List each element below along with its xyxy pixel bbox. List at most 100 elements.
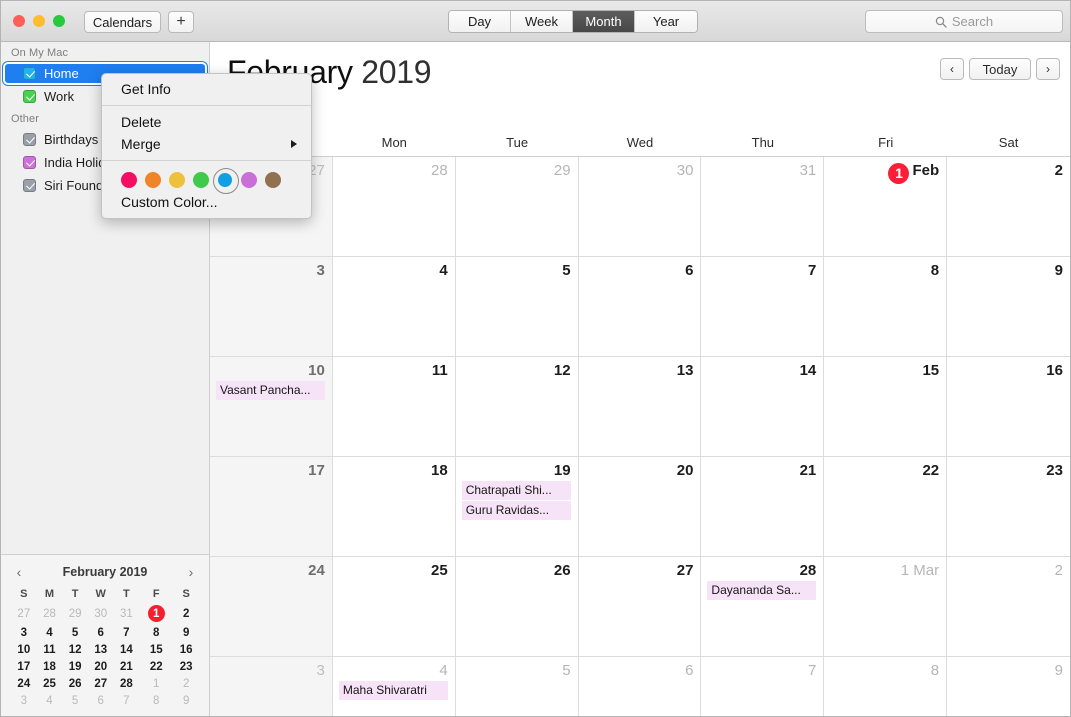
mini-day-cell[interactable]: 7 (114, 692, 140, 709)
maximize-window-button[interactable] (53, 15, 65, 27)
context-menu-item-merge[interactable]: Merge (102, 133, 311, 155)
calendar-checkbox[interactable] (23, 133, 36, 146)
mini-day-cell[interactable]: 27 (88, 675, 114, 692)
mini-day-cell[interactable]: 5 (62, 692, 88, 709)
calendar-day-cell[interactable]: 29 (455, 157, 579, 257)
calendar-day-cell[interactable]: 9 (947, 257, 1070, 357)
calendar-checkbox[interactable] (23, 156, 36, 169)
calendar-checkbox[interactable] (23, 90, 36, 103)
calendar-day-cell[interactable]: 8 (824, 257, 948, 357)
previous-month-button[interactable]: ‹ (940, 58, 964, 80)
color-swatch-purple[interactable] (241, 172, 257, 188)
calendar-day-cell[interactable]: 28 (332, 157, 456, 257)
mini-day-cell[interactable]: 28 (114, 675, 140, 692)
calendar-event[interactable]: Maha Shivaratri (338, 681, 448, 700)
calendar-day-cell[interactable]: 6 (578, 657, 702, 716)
mini-next-month-button[interactable]: › (183, 564, 199, 580)
calendars-toggle-button[interactable]: Calendars (84, 11, 161, 33)
mini-day-cell[interactable]: 31 (114, 603, 140, 624)
today-button[interactable]: Today (969, 58, 1031, 80)
context-menu-item-get-info[interactable]: Get Info (102, 78, 311, 100)
mini-day-cell[interactable]: 4 (37, 692, 63, 709)
calendar-day-cell[interactable]: 1 Feb (824, 157, 948, 257)
view-mode-segmented-control[interactable]: Day Week Month Year (448, 10, 698, 33)
mini-day-cell[interactable]: 6 (88, 624, 114, 641)
calendar-day-cell[interactable]: 6 (578, 257, 702, 357)
color-swatch-orange[interactable] (145, 172, 161, 188)
tab-day[interactable]: Day (449, 11, 511, 32)
add-event-button[interactable]: + (168, 11, 194, 33)
mini-prev-month-button[interactable]: ‹ (11, 564, 27, 580)
mini-day-cell[interactable]: 9 (173, 624, 199, 641)
calendar-day-cell[interactable]: 9 (947, 657, 1070, 716)
context-menu-item-custom-color[interactable]: Custom Color... (102, 191, 311, 213)
mini-day-cell[interactable]: 14 (114, 641, 140, 658)
calendar-day-cell[interactable]: 16 (947, 357, 1070, 457)
calendar-day-cell[interactable]: 24 (210, 557, 333, 657)
calendar-day-cell[interactable]: 22 (824, 457, 948, 557)
mini-day-cell[interactable]: 16 (173, 641, 199, 658)
mini-day-cell[interactable]: 7 (114, 624, 140, 641)
tab-year[interactable]: Year (635, 11, 697, 32)
tab-month[interactable]: Month (573, 11, 635, 32)
mini-day-cell[interactable]: 18 (37, 658, 63, 675)
calendar-day-cell[interactable]: 10 Vasant Pancha... (210, 357, 333, 457)
calendar-day-cell[interactable]: 25 (332, 557, 456, 657)
mini-day-cell[interactable]: 12 (62, 641, 88, 658)
calendar-checkbox[interactable] (23, 67, 36, 80)
mini-day-cell[interactable]: 21 (114, 658, 140, 675)
calendar-day-cell[interactable]: 5 (455, 657, 579, 716)
mini-day-cell[interactable]: 30 (88, 603, 114, 624)
mini-day-cell[interactable]: 29 (62, 603, 88, 624)
mini-day-cell[interactable]: 28 (37, 603, 63, 624)
mini-day-cell[interactable]: 2 (173, 603, 199, 624)
mini-day-cell[interactable]: 3 (11, 624, 37, 641)
mini-day-cell[interactable]: 24 (11, 675, 37, 692)
calendar-day-cell[interactable]: 13 (578, 357, 702, 457)
calendar-day-cell[interactable]: 27 (578, 557, 702, 657)
calendar-day-cell[interactable]: 3 (210, 657, 333, 716)
calendar-day-cell[interactable]: 3 (210, 257, 333, 357)
calendar-day-cell[interactable]: 26 (455, 557, 579, 657)
calendar-day-cell[interactable]: 30 (578, 157, 702, 257)
mini-day-cell[interactable]: 23 (173, 658, 199, 675)
calendar-day-cell[interactable]: 5 (455, 257, 579, 357)
calendar-day-cell[interactable]: 28 Dayananda Sa... (701, 557, 825, 657)
calendar-day-cell[interactable]: 18 (332, 457, 456, 557)
mini-day-cell[interactable]: 1 (139, 675, 173, 692)
calendar-day-cell[interactable]: 7 (701, 657, 825, 716)
mini-day-cell[interactable]: 3 (11, 692, 37, 709)
mini-day-cell[interactable]: 27 (11, 603, 37, 624)
calendar-event[interactable]: Guru Ravidas... (461, 501, 571, 520)
mini-day-cell[interactable]: 26 (62, 675, 88, 692)
calendar-checkbox[interactable] (23, 179, 36, 192)
mini-day-cell[interactable]: 1 (139, 603, 173, 624)
calendar-context-menu[interactable]: Get Info Delete Merge Custom Color... (101, 73, 312, 219)
calendar-day-cell[interactable]: 11 (332, 357, 456, 457)
mini-day-cell[interactable]: 4 (37, 624, 63, 641)
calendar-event[interactable]: Dayananda Sa... (707, 581, 817, 600)
color-swatch-green[interactable] (193, 172, 209, 188)
mini-day-cell[interactable]: 25 (37, 675, 63, 692)
mini-day-cell[interactable]: 10 (11, 641, 37, 658)
next-month-button[interactable]: › (1036, 58, 1060, 80)
mini-day-cell[interactable]: 9 (173, 692, 199, 709)
calendar-day-cell[interactable]: 7 (701, 257, 825, 357)
calendar-day-cell[interactable]: 23 (947, 457, 1070, 557)
mini-day-cell[interactable]: 19 (62, 658, 88, 675)
calendar-day-cell[interactable]: 1 Mar (824, 557, 948, 657)
mini-day-cell[interactable]: 5 (62, 624, 88, 641)
mini-day-cell[interactable]: 13 (88, 641, 114, 658)
calendar-day-cell[interactable]: 2 (947, 157, 1070, 257)
mini-day-cell[interactable]: 8 (139, 624, 173, 641)
color-swatch-pink[interactable] (121, 172, 137, 188)
calendar-day-cell[interactable]: 4 Maha Shivaratri (332, 657, 456, 716)
mini-day-cell[interactable]: 8 (139, 692, 173, 709)
minimize-window-button[interactable] (33, 15, 45, 27)
mini-day-cell[interactable]: 15 (139, 641, 173, 658)
mini-day-cell[interactable]: 2 (173, 675, 199, 692)
search-input[interactable]: Search (865, 10, 1063, 33)
mini-day-cell[interactable]: 17 (11, 658, 37, 675)
color-swatch-brown[interactable] (265, 172, 281, 188)
color-swatch-yellow[interactable] (169, 172, 185, 188)
